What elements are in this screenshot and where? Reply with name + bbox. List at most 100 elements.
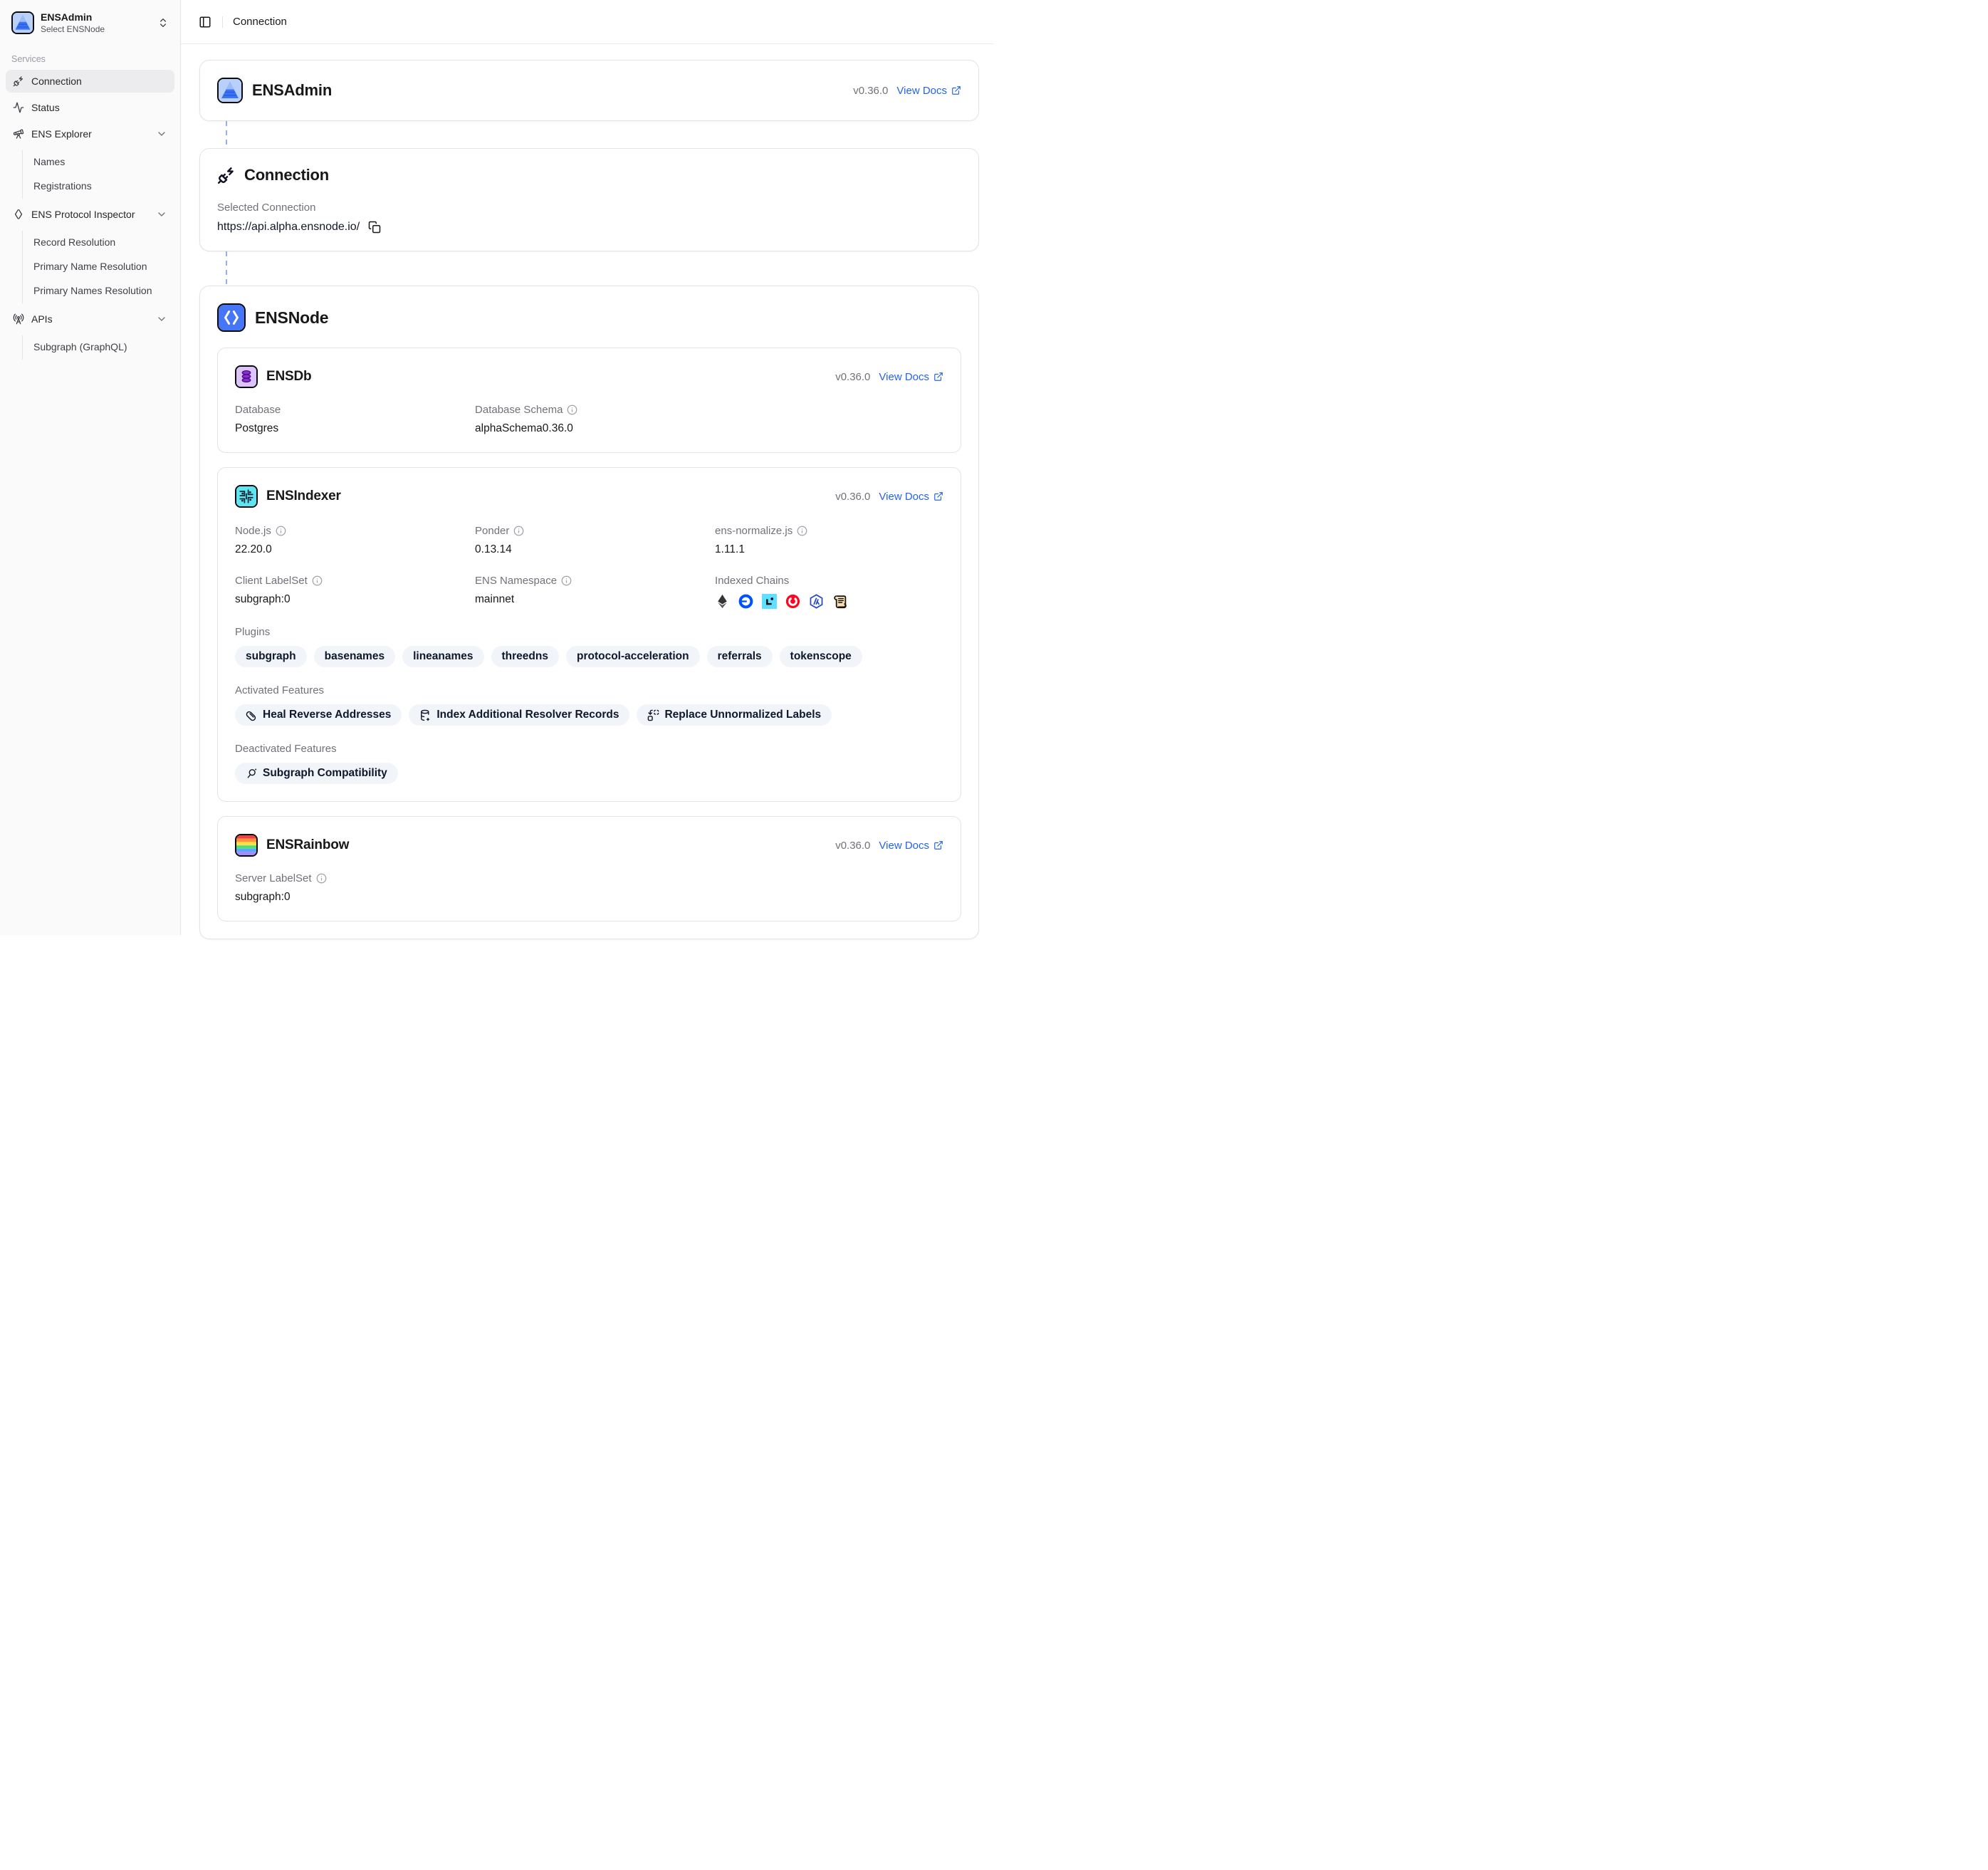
ensnode-selector[interactable]: ENSAdmin Select ENSNode (6, 7, 174, 38)
nodejs-label: Node.js (235, 525, 271, 537)
services-section-label: Services (11, 54, 169, 64)
apis-subitems: Subgraph (GraphQL) (22, 335, 174, 360)
client-labelset-value: subgraph:0 (235, 593, 475, 606)
ensdb-view-docs-link[interactable]: View Docs (879, 371, 943, 383)
deactivated-features-label: Deactivated Features (235, 743, 943, 755)
ethereum-icon (13, 209, 24, 220)
ensadmin-logo-icon (217, 78, 243, 103)
page-content: ENSAdmin v0.36.0 View Docs (181, 44, 994, 946)
client-labelset-field: Client LabelSet subgraph:0 (235, 575, 475, 609)
nodejs-value: 22.20.0 (235, 543, 475, 556)
indexed-chains-field: Indexed Chains (715, 575, 943, 609)
arbitrum-chain-icon (809, 594, 824, 609)
dashed-connector (226, 251, 227, 286)
plugins-label: Plugins (235, 626, 943, 638)
ensrainbow-view-docs-link[interactable]: View Docs (879, 840, 943, 852)
top-header: Connection (181, 0, 994, 44)
ponder-value: 0.13.14 (475, 543, 715, 556)
app-title-block: ENSAdmin Select ENSNode (41, 11, 151, 34)
copy-icon[interactable] (368, 221, 381, 234)
info-icon[interactable] (276, 526, 286, 536)
ensadmin-view-docs-link[interactable]: View Docs (896, 85, 961, 97)
ensindexer-view-docs-link[interactable]: View Docs (879, 491, 943, 503)
view-docs-label: View Docs (879, 840, 929, 852)
ens-normalize-value: 1.11.1 (715, 543, 943, 556)
ensindexer-version: v0.36.0 (835, 491, 870, 503)
connection-url: https://api.alpha.ensnode.io/ (217, 221, 360, 234)
ensindexer-card-title: ENSIndexer (266, 489, 341, 504)
optimism-chain-icon (785, 594, 800, 609)
plugin-badge: lineanames (402, 646, 483, 667)
sidebar-item-label: ENS Protocol Inspector (31, 209, 149, 220)
scroll-chain-icon (832, 594, 847, 609)
ensrainbow-card-title: ENSRainbow (266, 837, 349, 853)
server-labelset-field: Server LabelSet subgraph:0 (235, 872, 943, 904)
view-docs-label: View Docs (896, 85, 947, 97)
plugin-badge: subgraph (235, 646, 307, 667)
ensadmin-card-title: ENSAdmin (252, 81, 332, 100)
replace-icon (647, 709, 659, 721)
plugin-badge: referrals (707, 646, 773, 667)
external-link-icon (951, 85, 961, 95)
sidebar-item-ens-protocol-inspector[interactable]: ENS Protocol Inspector (6, 203, 174, 226)
external-link-icon (933, 491, 943, 501)
activated-features-row: Heal Reverse Addresses Index Additional … (235, 704, 943, 726)
ensdb-version: v0.36.0 (835, 371, 870, 383)
info-icon[interactable] (312, 575, 323, 586)
database-schema-label: Database Schema (475, 404, 563, 416)
ensrainbow-version: v0.36.0 (835, 840, 870, 852)
plugin-badge: protocol-acceleration (566, 646, 700, 667)
sidebar-item-registrations[interactable]: Registrations (24, 174, 174, 197)
database-field: Database Postgres (235, 404, 475, 435)
feature-label: Subgraph Compatibility (263, 767, 387, 780)
sidebar-toggle-button[interactable] (195, 12, 215, 32)
server-labelset-label: Server LabelSet (235, 872, 312, 884)
ensrainbow-card: ENSRainbow v0.36.0 View Docs (217, 816, 961, 921)
database-schema-field: Database Schema alphaSchema0.36.0 (475, 404, 715, 435)
view-docs-label: View Docs (879, 371, 929, 383)
client-labelset-label: Client LabelSet (235, 575, 308, 587)
app-name: ENSAdmin (41, 11, 151, 23)
sidebar-item-status[interactable]: Status (6, 96, 174, 119)
sidebar-item-subgraph-graphql[interactable]: Subgraph (GraphQL) (24, 335, 174, 358)
plugin-badge: threedns (491, 646, 559, 667)
sidebar-item-label: ENS Explorer (31, 128, 149, 140)
ens-namespace-label: ENS Namespace (475, 575, 557, 587)
database-value: Postgres (235, 422, 475, 435)
database-label: Database (235, 404, 475, 416)
ensdb-card-title: ENSDb (266, 369, 311, 385)
chevrons-up-down-icon (157, 17, 169, 28)
feature-label: Index Additional Resolver Records (436, 709, 619, 721)
feature-badge: Heal Reverse Addresses (235, 704, 402, 726)
sidebar-item-connection[interactable]: Connection (6, 70, 174, 93)
sidebar-item-label: Status (31, 102, 167, 113)
ensindexer-logo-icon (235, 485, 258, 508)
info-icon[interactable] (316, 873, 327, 884)
chevron-down-icon (156, 209, 167, 220)
the-graph-icon (246, 768, 258, 780)
ponder-label: Ponder (475, 525, 509, 537)
external-link-icon (933, 840, 943, 850)
sidebar-item-primary-names-resolution[interactable]: Primary Names Resolution (24, 279, 174, 302)
sidebar-item-record-resolution[interactable]: Record Resolution (24, 231, 174, 254)
sidebar-item-label: APIs (31, 313, 149, 325)
sidebar-item-apis[interactable]: APIs (6, 308, 174, 330)
app-subtitle: Select ENSNode (41, 24, 151, 34)
linea-chain-icon (762, 594, 777, 609)
ensadmin-logo-icon (11, 11, 34, 34)
info-icon[interactable] (797, 526, 807, 536)
base-chain-icon (738, 594, 753, 609)
external-link-icon (933, 372, 943, 382)
plugins-section: Plugins subgraph basenames lineanames th… (235, 626, 943, 667)
deactivated-features-row: Subgraph Compatibility (235, 763, 943, 784)
info-icon[interactable] (561, 575, 572, 586)
activated-features-section: Activated Features Heal Reverse Addresse… (235, 684, 943, 726)
ensindexer-card: ENSIndexer v0.36.0 View Docs (217, 467, 961, 802)
ens-normalize-field: ens-normalize.js 1.11.1 (715, 525, 943, 556)
info-icon[interactable] (513, 526, 524, 536)
sidebar-item-names[interactable]: Names (24, 150, 174, 173)
sidebar-item-ens-explorer[interactable]: ENS Explorer (6, 122, 174, 145)
sidebar-item-primary-name-resolution[interactable]: Primary Name Resolution (24, 255, 174, 278)
info-icon[interactable] (567, 404, 577, 415)
server-labelset-value: subgraph:0 (235, 891, 943, 904)
